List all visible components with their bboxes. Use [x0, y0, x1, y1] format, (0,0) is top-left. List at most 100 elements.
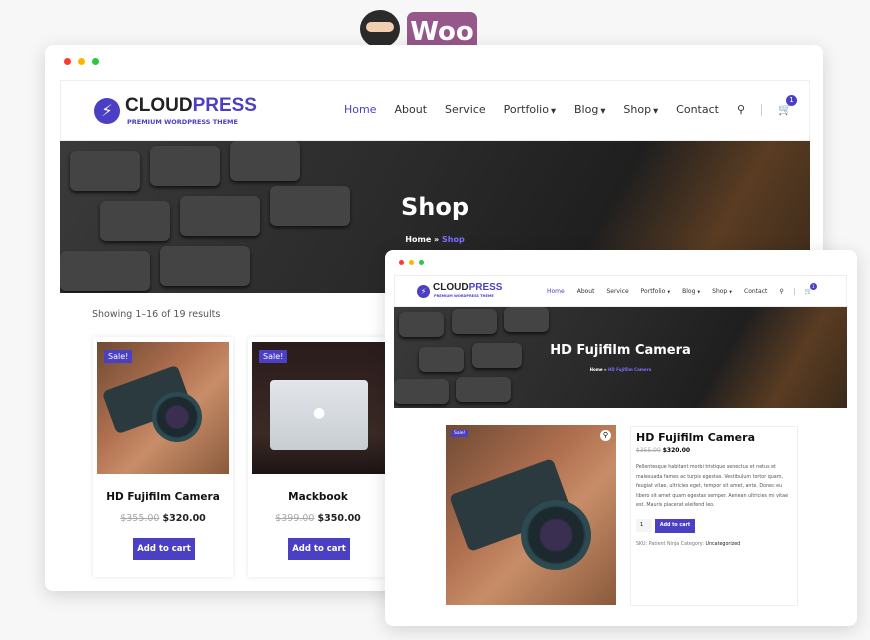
woo-logo-text: Woo — [410, 17, 474, 47]
add-to-cart-button[interactable]: Add to cart — [655, 518, 695, 533]
window-close-dot[interactable] — [64, 58, 71, 65]
sale-badge: Sale! — [259, 350, 288, 363]
add-to-cart-button[interactable]: Add to cart — [288, 538, 350, 560]
lightning-bolt-icon: ⚡ — [94, 98, 120, 124]
sale-badge: Sale! — [451, 430, 469, 437]
nav-divider — [761, 103, 763, 116]
sale-badge: Sale! — [104, 350, 133, 363]
window-maximize-dot[interactable] — [419, 260, 424, 265]
product-image-laptop[interactable]: ● Sale! — [252, 342, 386, 474]
product-summary: HD Fujifilm Camera $355.00 $320.00 Pelle… — [630, 426, 798, 606]
old-price: $399.00 — [275, 513, 315, 524]
page-title: Shop — [400, 193, 470, 221]
search-icon[interactable]: ⚲ — [737, 103, 745, 116]
add-to-cart-button[interactable]: Add to cart — [133, 538, 195, 560]
main-nav: Home About Service Portfolio ▼ Blog ▼ Shop… — [344, 95, 798, 116]
nav-portfolio-label: Portfolio — [640, 288, 666, 295]
nav-home[interactable]: Home — [344, 103, 376, 116]
product-card[interactable]: Sale! HD Fujifilm Camera $355.00 $320.00… — [93, 337, 233, 577]
quantity-input[interactable]: 1 — [636, 518, 652, 532]
window-close-dot[interactable] — [399, 260, 404, 265]
nav-about[interactable]: About — [394, 103, 427, 116]
breadcrumb-sep: » — [434, 235, 440, 244]
product-image-camera[interactable]: Sale! — [97, 342, 229, 474]
sale-price: $320.00 — [662, 447, 691, 454]
window-minimize-dot[interactable] — [78, 58, 85, 65]
category-link[interactable]: Uncategorized — [705, 542, 740, 547]
result-count: Showing 1–16 of 19 results — [92, 309, 221, 320]
nav-about[interactable]: About — [577, 288, 595, 295]
product-price: $399.00 $350.00 — [248, 513, 388, 524]
breadcrumb-current: HD Fujifilm Camera — [608, 367, 652, 372]
brand-name-a: CLOUD — [125, 95, 193, 116]
site-header: ⚡ CLOUDPRESS PREMIUM WORDPRESS THEME Hom… — [394, 275, 847, 307]
cart-count-badge: 1 — [809, 283, 817, 290]
brand-tagline: PREMIUM WORDPRESS THEME — [434, 294, 494, 298]
product-description: Pellentesque habitant morbi tristique se… — [636, 465, 789, 508]
product-meta: SKU: Patient Ninja Category: Uncategoriz… — [636, 542, 792, 547]
product-window: ⚡ CLOUDPRESS PREMIUM WORDPRESS THEME Hom… — [385, 250, 857, 626]
nav-blog[interactable]: Blog ▼ — [574, 103, 605, 116]
old-price: $355.00 — [120, 513, 160, 524]
nav-shop-label: Shop — [712, 288, 728, 295]
nav-blog[interactable]: Blog ▼ — [682, 288, 700, 295]
breadcrumb-home[interactable]: Home — [405, 235, 431, 244]
product-gallery-image[interactable]: Sale! ⚲ — [446, 425, 616, 605]
breadcrumb-current: Shop — [442, 235, 465, 244]
nav-blog-label: Blog — [682, 288, 696, 295]
nav-home[interactable]: Home — [547, 288, 565, 295]
product-price: $355.00 $320.00 — [93, 513, 233, 524]
nav-portfolio[interactable]: Portfolio ▼ — [641, 288, 670, 295]
product-price: $355.00 $320.00 — [636, 447, 792, 454]
nav-service[interactable]: Service — [606, 288, 628, 295]
old-price: $355.00 — [636, 447, 661, 454]
caret-down-icon: ▼ — [729, 290, 732, 294]
caret-down-icon: ▼ — [550, 107, 557, 115]
sale-price: $320.00 — [162, 513, 206, 524]
cart-icon[interactable]: 🛒 1 — [778, 95, 798, 116]
brand-logo[interactable]: CLOUDPRESS — [433, 282, 502, 293]
brand-name-a: CLOUD — [433, 282, 469, 293]
nav-service[interactable]: Service — [445, 103, 486, 116]
brand-tagline: PREMIUM WORDPRESS THEME — [127, 118, 238, 126]
brand-logo[interactable]: CLOUDPRESS — [125, 95, 257, 117]
product-hero-banner: HD Fujifilm Camera Home » HD Fujifilm Ca… — [394, 307, 847, 408]
nav-shop-label: Shop — [623, 103, 652, 116]
caret-down-icon: ▼ — [697, 290, 701, 294]
nav-shop[interactable]: Shop ▼ — [623, 103, 658, 116]
nav-divider — [793, 288, 795, 295]
caret-down-icon: ▼ — [600, 107, 606, 115]
nav-portfolio-label: Portfolio — [503, 103, 549, 116]
caret-down-icon: ▼ — [667, 290, 671, 294]
page-title: HD Fujifilm Camera — [550, 343, 691, 358]
category-label: Category: — [680, 541, 704, 547]
product-title: HD Fujifilm Camera — [636, 431, 755, 444]
nav-blog-label: Blog — [574, 103, 599, 116]
window-maximize-dot[interactable] — [92, 58, 99, 65]
main-nav: Home About Service Portfolio ▼ Blog ▼ Shop… — [547, 283, 817, 295]
cart-icon[interactable]: 🛒 1 — [805, 283, 817, 295]
search-icon[interactable]: ⚲ — [779, 288, 783, 295]
breadcrumb-home[interactable]: Home — [590, 367, 603, 372]
brand-name-b: PRESS — [468, 282, 503, 293]
sku-label: SKU: — [636, 541, 648, 547]
nav-portfolio[interactable]: Portfolio ▼ — [504, 103, 556, 116]
magnifier-icon[interactable]: ⚲ — [600, 430, 611, 441]
cart-count-badge: 1 — [786, 95, 798, 106]
nav-contact[interactable]: Contact — [744, 288, 767, 295]
site-header: ⚡ CLOUDPRESS PREMIUM WORDPRESS THEME Hom… — [60, 80, 810, 141]
breadcrumb: Home » HD Fujifilm Camera — [394, 367, 847, 372]
sku-value: Patient Ninja — [648, 541, 680, 547]
sale-price: $350.00 — [317, 513, 361, 524]
product-card[interactable]: ● Sale! Mackbook $399.00 $350.00 Add to … — [248, 337, 388, 577]
breadcrumb: Home » Shop — [60, 235, 810, 244]
caret-down-icon: ▼ — [653, 107, 659, 115]
breadcrumb-sep: » — [604, 367, 607, 372]
product-name[interactable]: HD Fujifilm Camera — [93, 491, 233, 503]
brand-name-b: PRESS — [192, 95, 257, 116]
window-minimize-dot[interactable] — [409, 260, 414, 265]
product-name[interactable]: Mackbook — [248, 491, 388, 503]
nav-contact[interactable]: Contact — [676, 103, 719, 116]
lightning-bolt-icon: ⚡ — [417, 285, 430, 298]
nav-shop[interactable]: Shop ▼ — [712, 288, 732, 295]
